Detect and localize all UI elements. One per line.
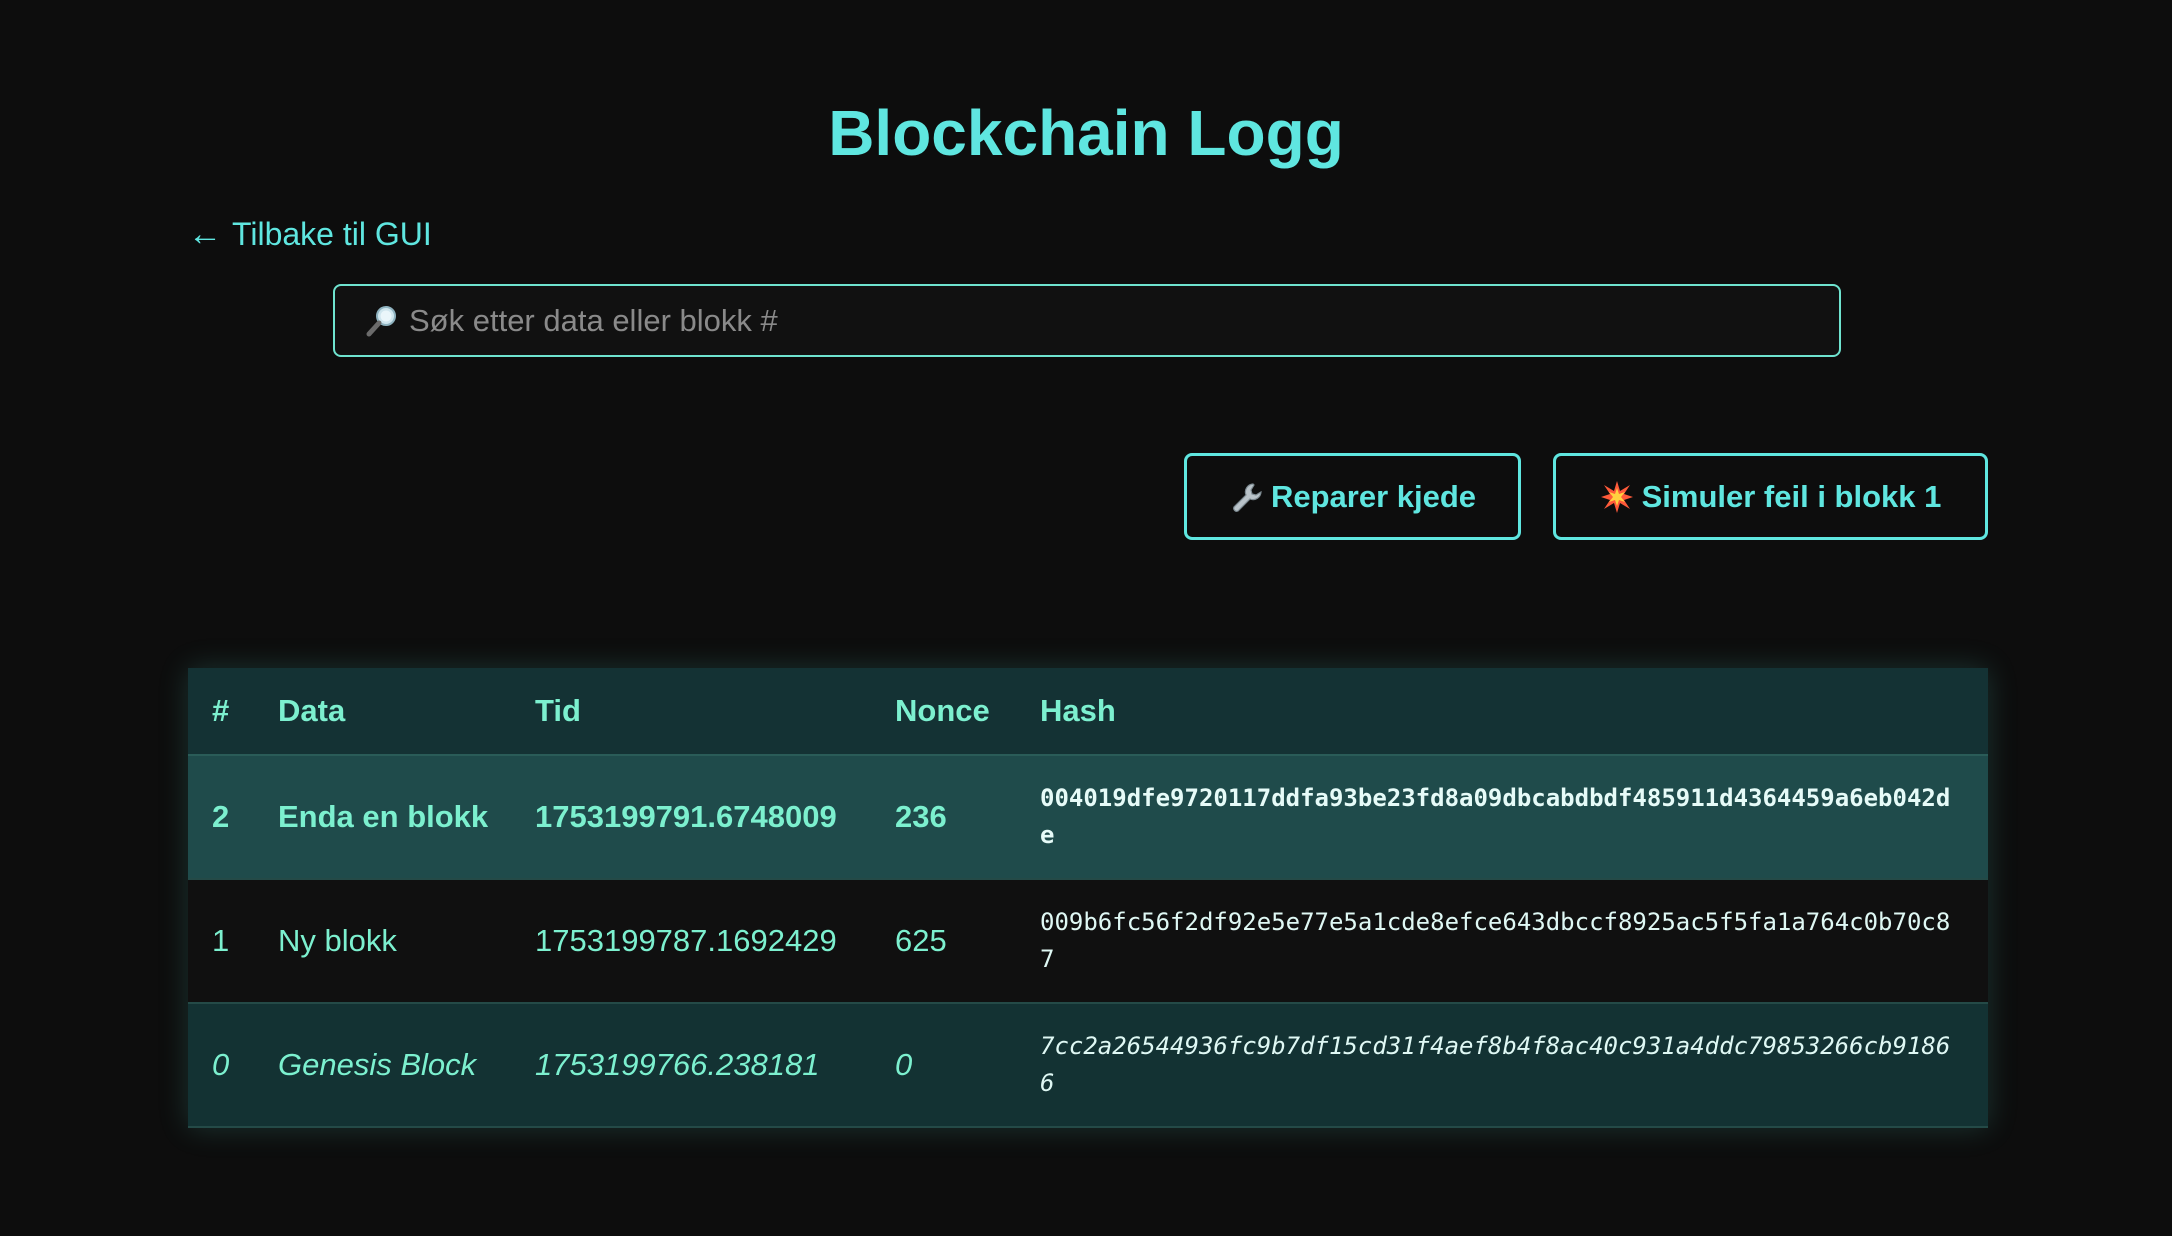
table-row: 1 Ny blokk 1753199787.1692429 625 009b6f…	[188, 879, 1988, 1004]
repair-chain-button[interactable]: Reparer kjede	[1184, 453, 1521, 540]
block-data: Genesis Block	[254, 1003, 511, 1128]
search-input[interactable]	[409, 286, 1839, 355]
block-time: 1753199791.6748009	[511, 755, 871, 880]
block-nonce: 236	[871, 755, 1016, 880]
block-data: Enda en blokk	[254, 755, 511, 880]
column-header-data: Data	[254, 668, 511, 756]
column-header-number: #	[188, 668, 254, 756]
column-header-hash: Hash	[1016, 668, 1988, 756]
blockchain-table: # Data Tid Nonce Hash 2 Enda en blokk 17…	[188, 668, 1988, 1128]
back-link-label: Tilbake til GUI	[232, 216, 432, 252]
block-nonce: 0	[871, 1003, 1016, 1128]
page-title: Blockchain Logg	[828, 97, 1344, 169]
column-header-nonce: Nonce	[871, 668, 1016, 756]
block-time: 1753199787.1692429	[511, 879, 871, 1004]
wrench-icon	[1229, 480, 1263, 514]
block-hash: 7cc2a26544936fc9b7df15cd31f4aef8b4f8ac40…	[1016, 1003, 1988, 1128]
repair-chain-label: Reparer kjede	[1270, 478, 1477, 514]
simulate-fault-label: Simuler feil i blokk 1	[1641, 478, 1942, 514]
block-number: 1	[188, 879, 254, 1004]
magnifier-icon	[365, 304, 399, 338]
back-arrow-icon: ←	[188, 215, 222, 253]
collision-icon	[1600, 480, 1634, 514]
column-header-time: Tid	[511, 668, 871, 756]
table-header-row: # Data Tid Nonce Hash	[188, 668, 1988, 756]
back-to-gui-link[interactable]: ← Tilbake til GUI	[188, 212, 432, 256]
block-data: Ny blokk	[254, 879, 511, 1004]
block-time: 1753199766.238181	[511, 1003, 871, 1128]
block-number: 2	[188, 755, 254, 880]
block-number: 0	[188, 1003, 254, 1128]
block-hash: 009b6fc56f2df92e5e77e5a1cde8efce643dbccf…	[1016, 879, 1988, 1004]
page: Blockchain Logg ← Tilbake til GUI Repare…	[0, 0, 2172, 1236]
table-row: 2 Enda en blokk 1753199791.6748009 236 0…	[188, 755, 1988, 880]
simulate-fault-button[interactable]: Simuler feil i blokk 1	[1553, 453, 1988, 540]
search-box[interactable]	[333, 284, 1841, 357]
table-row: 0 Genesis Block 1753199766.238181 0 7cc2…	[188, 1003, 1988, 1128]
block-nonce: 625	[871, 879, 1016, 1004]
block-hash: 004019dfe9720117ddfa93be23fd8a09dbcabdbd…	[1016, 755, 1988, 880]
